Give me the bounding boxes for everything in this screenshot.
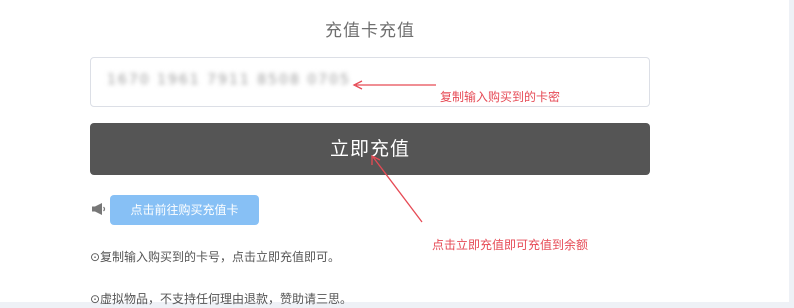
right-edge-strip [789,0,794,308]
page-title: 充值卡充值 [325,21,415,41]
buy-card-button[interactable]: 点击前往购买充值卡 [110,195,259,225]
recharge-now-button[interactable]: 立即充值 [90,123,650,175]
speaker-icon [92,203,106,215]
instruction-note: ⊙复制输入购买到的卡号，点击立即充值即可。 [90,250,341,264]
refund-note: ⊙虚拟物品，不支持任何理由退款，赞助请三思。 [90,292,353,306]
annotation-recharge: 点击立即充值即可充值到余额 [432,238,589,252]
annotation-copy-card: 复制输入购买到的卡密 [440,90,561,104]
card-key-value: 1670 1961 7911 8508 0705 [107,72,351,88]
card-key-input[interactable]: 1670 1961 7911 8508 0705 [90,57,650,107]
